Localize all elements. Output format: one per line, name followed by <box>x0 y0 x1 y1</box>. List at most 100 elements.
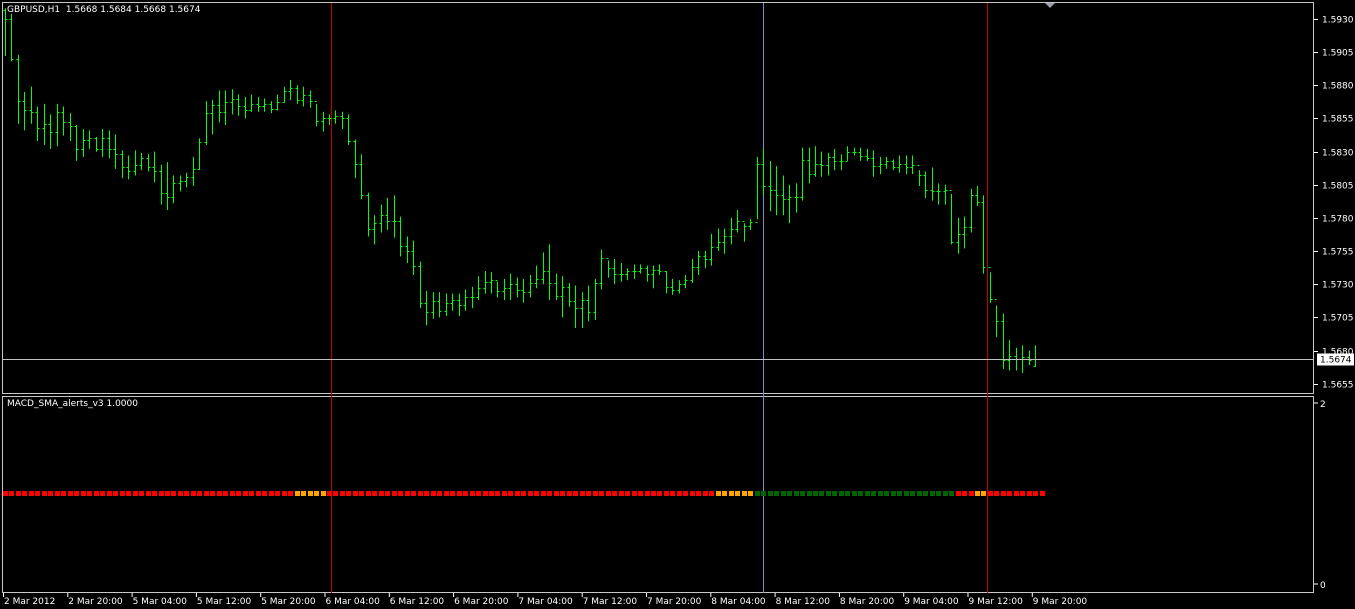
ohlc-bar <box>619 263 624 282</box>
indicator-red-cell <box>165 491 170 496</box>
ohlc-bar <box>819 151 824 177</box>
ohlc-bar <box>969 188 974 233</box>
ohlc-bar <box>359 154 364 200</box>
indicator-green-cell <box>787 491 792 496</box>
ohlc-bar <box>638 264 643 274</box>
indicator-red-cell <box>677 491 682 496</box>
indicator-red-cell <box>68 491 73 496</box>
ohlc-bar <box>904 155 909 175</box>
indicator-red-cell <box>282 491 287 496</box>
ohlc-bar <box>236 94 241 116</box>
indicator-red-cell <box>126 491 131 496</box>
indicator-green-cell <box>755 491 760 496</box>
indicator-green-cell <box>845 491 850 496</box>
indicator-red-cell <box>1020 491 1025 496</box>
price-tick-label: 1.5805 <box>1322 182 1354 192</box>
time-tick-label: 5 Mar 20:00 <box>261 597 316 607</box>
ohlc-bar <box>917 165 922 187</box>
ohlc-bar <box>457 293 462 317</box>
indicator-red-cell <box>450 491 455 496</box>
indicator-red-cell <box>217 491 222 496</box>
indicator-green-cell <box>819 491 824 496</box>
indicator-red-cell <box>424 491 429 496</box>
indicator-red-cell <box>476 491 481 496</box>
ohlc-bar <box>858 147 863 161</box>
chart-shift-marker[interactable] <box>1045 3 1055 8</box>
price-scale[interactable]: 1.5930 1.5905 1.5880 1.5855 1.5830 1.5805 1.57… <box>1314 16 1354 391</box>
time-tick-label: 2 Mar 20:00 <box>68 597 123 607</box>
ohlc-bar <box>256 97 261 112</box>
ohlc-bar <box>1033 345 1038 367</box>
ohlc-bar <box>22 91 27 131</box>
ohlc-bar <box>515 277 520 298</box>
time-tick-label: 7 Mar 12:00 <box>583 597 638 607</box>
ohlc-bar <box>353 139 358 179</box>
indicator-red-cell <box>508 491 513 496</box>
indicator-red-cell <box>534 491 539 496</box>
ohlc-bar <box>476 276 481 301</box>
indicator-orange-cell <box>975 491 980 496</box>
ohlc-bar <box>450 293 455 311</box>
indicator-red-cell <box>269 491 274 496</box>
indicator-green-cell <box>807 491 812 496</box>
ohlc-bar <box>372 215 377 245</box>
indicator-red-cell <box>61 491 66 496</box>
indicator-orange-cell <box>314 491 319 496</box>
ohlc-bar <box>897 155 902 173</box>
indicator-orange-cell <box>716 491 721 496</box>
ohlc-bar <box>839 154 844 171</box>
time-tick-label: 6 Mar 12:00 <box>390 597 445 607</box>
ohlc-bar <box>431 292 436 319</box>
ohlc-bar <box>152 151 157 183</box>
indicator-red-cell <box>81 491 86 496</box>
indicator-scale-max: 2 <box>1320 400 1326 410</box>
indicator-red-cell <box>567 491 572 496</box>
indicator-red-cell <box>709 491 714 496</box>
chart-window[interactable]: GBPUSD,H1 1.5668 1.5684 1.5668 1.5674 MA… <box>0 0 1355 609</box>
indicator-orange-cell <box>735 491 740 496</box>
indicator-red-cell <box>502 491 507 496</box>
indicator-scale[interactable]: 2 0 <box>1314 400 1326 591</box>
indicator-red-cell <box>651 491 656 496</box>
indicator-red-cell <box>152 491 157 496</box>
indicator-red-cell <box>9 491 14 496</box>
ohlc-bar <box>755 156 760 223</box>
indicator-green-cell <box>813 491 818 496</box>
ohlc-bar <box>748 219 753 230</box>
ohlc-bar <box>735 209 740 233</box>
indicator-red-cell <box>74 491 79 496</box>
indicator-green-cell <box>891 491 896 496</box>
ohlc-bar <box>321 111 326 132</box>
ohlc-bar <box>210 99 215 135</box>
indicator-red-cell <box>657 491 662 496</box>
indicator-red-cell <box>405 491 410 496</box>
ohlc-bar <box>1007 339 1012 371</box>
indicator-red-cell <box>243 491 248 496</box>
ohlc-bar <box>956 217 961 254</box>
vertical-markers <box>331 3 988 593</box>
price-tick-label: 1.5905 <box>1322 49 1354 59</box>
indicator-red-cell <box>521 491 526 496</box>
price-tick-label: 1.5655 <box>1322 381 1354 391</box>
indicator-red-cell <box>353 491 358 496</box>
time-scale[interactable]: 2 Mar 2012 2 Mar 20:00 5 Mar 04:00 5 Mar 12… <box>3 593 1088 607</box>
indicator-orange-cell <box>308 491 313 496</box>
indicator-green-cell <box>923 491 928 496</box>
indicator-red-cell <box>385 491 390 496</box>
ohlc-bar <box>768 160 773 212</box>
ohlc-bar <box>677 280 682 294</box>
ohlc-bar <box>560 276 565 318</box>
time-tick-label: 8 Mar 20:00 <box>840 597 895 607</box>
indicator-green-cell <box>852 491 857 496</box>
price-tick-label: 1.5930 <box>1322 16 1354 26</box>
ohlc-bar <box>521 278 526 303</box>
ohlc-bar <box>230 89 235 115</box>
indicator-red-cell <box>94 491 99 496</box>
ohlc-bar <box>275 94 280 111</box>
ohlc-bar <box>191 156 196 187</box>
indicator-orange-cell <box>295 491 300 496</box>
ohlc-bar <box>94 136 99 152</box>
ohlc-bar <box>670 278 675 295</box>
ohlc-bar <box>29 86 34 124</box>
ohlc-bar <box>269 101 274 114</box>
